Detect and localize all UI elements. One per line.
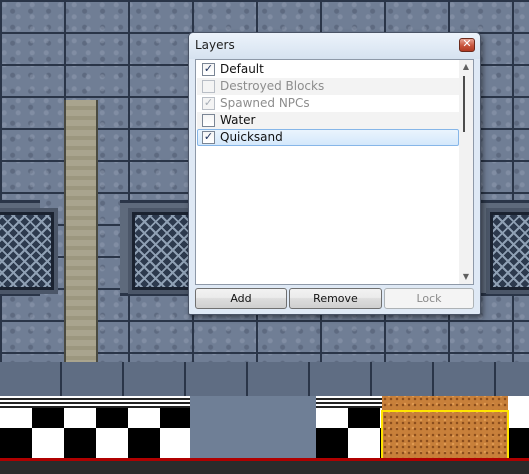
layer-name: Water: [220, 113, 256, 127]
remove-layer-button[interactable]: Remove: [289, 288, 382, 309]
layers-list-items: ✓ Default Destroyed Blocks ✓ Spawned NPCs Wat…: [197, 61, 459, 146]
check-icon: ✓: [203, 62, 214, 75]
layer-name: Destroyed Blocks: [220, 79, 325, 93]
checker-floor-left-edge: [0, 396, 190, 408]
quicksand-selection-outline: [381, 410, 509, 460]
window-grate: [0, 208, 58, 294]
close-icon: ✕: [462, 37, 472, 50]
scroll-thumb[interactable]: [463, 76, 465, 132]
checker-floor-far-right: [508, 396, 529, 460]
layer-row[interactable]: ✓ Quicksand: [197, 129, 459, 146]
layers-list[interactable]: ✓ Default Destroyed Blocks ✓ Spawned NPCs Wat…: [195, 59, 474, 285]
scroll-track[interactable]: [459, 74, 473, 270]
layer-visibility-checkbox[interactable]: ✓: [202, 130, 215, 144]
layer-visibility-checkbox: ✓: [202, 96, 215, 110]
close-button[interactable]: ✕: [459, 37, 475, 52]
window-grate: [486, 208, 529, 294]
layer-row[interactable]: Water: [197, 112, 459, 129]
layer-name: Spawned NPCs: [220, 96, 310, 110]
layer-name: Default: [220, 62, 264, 76]
layer-visibility-checkbox[interactable]: [202, 114, 215, 127]
level-floor: [0, 461, 529, 474]
checker-floor-right-edge: [316, 396, 382, 408]
list-scrollbar[interactable]: ▲ ▼: [459, 60, 473, 284]
floor-gap: [190, 396, 316, 460]
layer-row[interactable]: ✓ Spawned NPCs: [197, 95, 459, 112]
layer-row[interactable]: Destroyed Blocks: [197, 78, 459, 95]
brick-ledge: [0, 362, 529, 396]
layers-window: Layers ✕ ✓ Default Destroyed Blocks ✓ Spawne…: [188, 32, 481, 315]
layer-name: Quicksand: [220, 130, 283, 144]
layer-button-bar: Add Remove Lock: [195, 288, 474, 310]
stone-pillar: [64, 100, 98, 400]
check-icon: ✓: [203, 96, 214, 109]
lock-layer-button[interactable]: Lock: [384, 288, 474, 309]
layer-row[interactable]: ✓ Default: [197, 61, 459, 78]
scroll-up-arrow-icon[interactable]: ▲: [459, 60, 473, 74]
check-icon: ✓: [203, 130, 214, 143]
scroll-down-arrow-icon[interactable]: ▼: [459, 270, 473, 284]
layers-titlebar[interactable]: Layers ✕: [189, 33, 480, 59]
layer-visibility-checkbox[interactable]: ✓: [202, 62, 215, 76]
layer-visibility-checkbox: [202, 80, 215, 93]
window-title: Layers: [195, 38, 235, 52]
add-layer-button[interactable]: Add: [195, 288, 287, 309]
